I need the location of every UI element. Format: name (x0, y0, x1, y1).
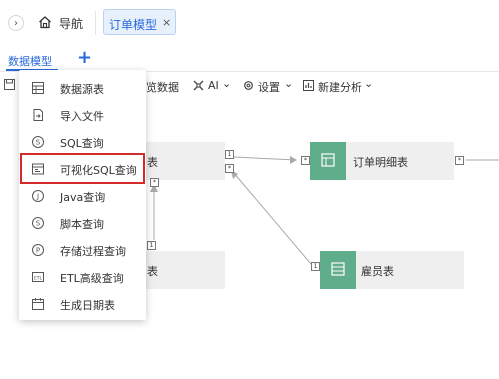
svg-text:S: S (36, 220, 41, 228)
menu-item-label: 脚本查询 (60, 218, 104, 231)
svg-text:ETL: ETL (34, 276, 43, 282)
menu-item-label: 生成日期表 (60, 299, 115, 312)
svg-text:S: S (36, 139, 41, 147)
menu-item-data-source-table[interactable]: 数据源表 (19, 75, 146, 101)
menu-item-etl-advanced-query[interactable]: ETL ETL高级查询 (19, 264, 146, 290)
port-employee-left[interactable]: 1 (311, 262, 320, 271)
menu-item-label: Java查询 (60, 191, 106, 204)
port-order-detail-right[interactable]: * (455, 156, 464, 165)
port-left-bottom-top[interactable]: 1 (147, 241, 156, 250)
java-query-icon: J (32, 190, 44, 202)
sql-query-icon: S (32, 136, 44, 148)
port-left-top-bottom[interactable]: * (150, 178, 159, 187)
svg-text:J: J (36, 193, 39, 201)
highlight-box (20, 153, 145, 184)
menu-item-java-query[interactable]: J Java查询 (19, 183, 146, 209)
node-left-bottom-label: 表 (147, 265, 158, 278)
table-node-icon (331, 262, 345, 276)
menu-item-script-query[interactable]: S 脚本查询 (19, 210, 146, 236)
menu-item-sql-query[interactable]: S SQL查询 (19, 129, 146, 155)
menu-item-generate-date-table[interactable]: 生成日期表 (19, 291, 146, 317)
menu-item-label: 存储过程查询 (60, 245, 126, 258)
port-left-top-right-many[interactable]: * (225, 164, 234, 173)
calendar-icon (32, 298, 44, 310)
stored-procedure-icon: P (32, 244, 44, 256)
menu-item-label: ETL高级查询 (60, 272, 124, 285)
node-employee-label: 雇员表 (361, 265, 394, 278)
table-node-icon (321, 153, 335, 167)
node-order-detail-label: 订单明细表 (353, 156, 408, 169)
menu-item-label: 导入文件 (60, 110, 104, 123)
menu-item-label: 数据源表 (60, 83, 104, 96)
menu-item-stored-procedure-query[interactable]: P 存储过程查询 (19, 237, 146, 263)
etl-icon: ETL (32, 272, 44, 282)
menu-item-import-file[interactable]: 导入文件 (19, 102, 146, 128)
menu-item-label: SQL查询 (60, 137, 104, 150)
script-query-icon: S (32, 217, 44, 229)
add-source-dropdown-menu: 数据源表 导入文件 S SQL查询 可视化SQL查询 J Java查询 S 脚本… (19, 70, 146, 320)
port-left-top-right[interactable]: 1 (225, 150, 234, 159)
table-icon (32, 82, 44, 94)
file-import-icon (33, 109, 43, 121)
node-left-top-label: 表 (147, 156, 158, 169)
svg-text:P: P (36, 247, 40, 255)
port-order-detail-left[interactable]: * (301, 156, 310, 165)
